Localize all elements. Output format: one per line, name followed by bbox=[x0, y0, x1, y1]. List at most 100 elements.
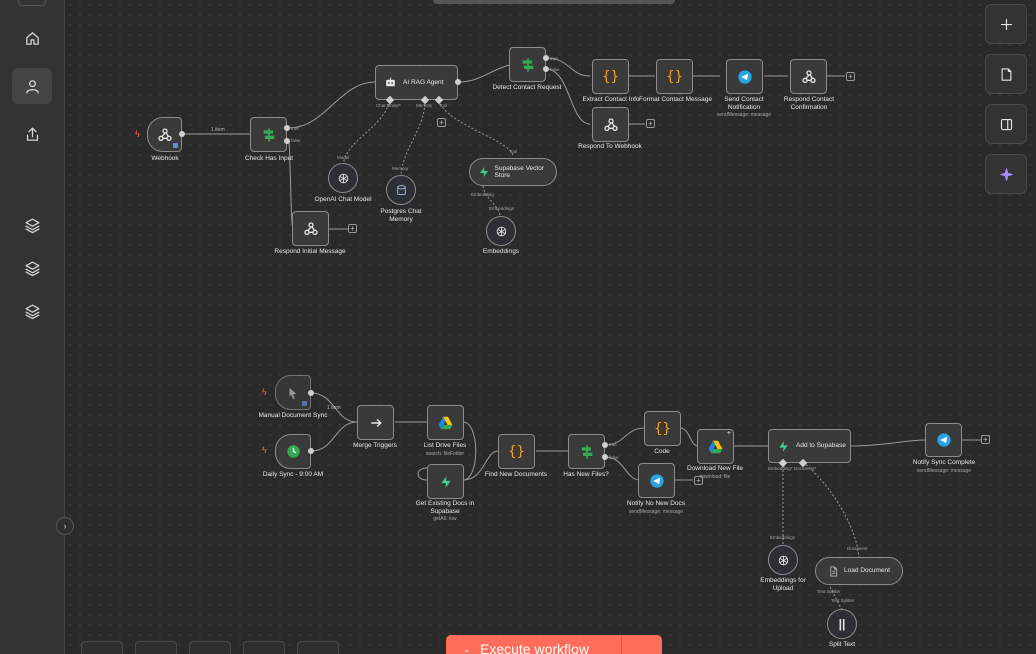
node-ai-rag-agent[interactable]: AI RAG Agent bbox=[375, 65, 458, 100]
port-true[interactable] bbox=[284, 125, 290, 131]
node-find-new-documents[interactable]: {} bbox=[498, 434, 535, 469]
node-label: List Drive Files bbox=[423, 442, 467, 449]
node-embeddings[interactable] bbox=[486, 216, 516, 246]
node-extract-contact-info[interactable]: {} bbox=[592, 59, 629, 94]
telegram-icon bbox=[936, 433, 951, 447]
sidebar-logo[interactable] bbox=[18, 0, 46, 6]
port-false[interactable] bbox=[543, 66, 549, 72]
supabase-icon bbox=[779, 440, 788, 452]
button-divider bbox=[621, 635, 622, 654]
layers-icon bbox=[24, 217, 40, 233]
port-out[interactable] bbox=[308, 390, 314, 396]
add-tool-button[interactable]: + bbox=[437, 118, 446, 127]
add-node-button[interactable]: + bbox=[348, 224, 357, 233]
user-icon bbox=[25, 79, 39, 94]
node-detect-contact-request[interactable] bbox=[509, 47, 546, 82]
node-supabase-vector-store[interactable]: Supabase Vector Store bbox=[469, 158, 557, 186]
openai-icon bbox=[496, 226, 506, 236]
node-label: Add to Supabase bbox=[796, 442, 846, 450]
ai-assistant-button[interactable] bbox=[985, 154, 1027, 194]
port-false[interactable] bbox=[602, 454, 608, 460]
clock-icon bbox=[286, 445, 300, 458]
port-true[interactable] bbox=[602, 442, 608, 448]
add-node-panel-button[interactable] bbox=[985, 4, 1027, 44]
plus-icon: + bbox=[726, 430, 731, 437]
webhook-icon bbox=[157, 127, 172, 141]
node-notify-sync-complete[interactable] bbox=[925, 423, 962, 457]
sidebar-item-share[interactable] bbox=[12, 116, 52, 152]
node-list-drive-files[interactable] bbox=[427, 405, 464, 440]
reset-zoom-button[interactable] bbox=[243, 641, 285, 654]
node-label: Notify No New Docs bbox=[626, 500, 686, 507]
add-node-button[interactable]: + bbox=[846, 72, 855, 81]
node-download-new-file[interactable]: + bbox=[697, 429, 734, 464]
split-icon: || bbox=[838, 617, 846, 631]
port-label: Embeddings bbox=[489, 206, 515, 211]
node-send-contact-notification[interactable] bbox=[726, 59, 763, 94]
node-label: Manual Document Sync bbox=[258, 412, 328, 419]
node-split-text[interactable]: || bbox=[827, 609, 857, 639]
port-label: Embeddings bbox=[770, 535, 796, 540]
tidy-up-button[interactable] bbox=[297, 641, 339, 654]
node-manual-document-sync[interactable] bbox=[275, 375, 311, 410]
sidebar-item-home[interactable] bbox=[12, 20, 52, 56]
node-label: AI RAG Agent bbox=[403, 78, 444, 86]
sidebar-item-project-2[interactable] bbox=[12, 250, 52, 286]
zoom-out-button[interactable] bbox=[189, 641, 231, 654]
add-node-button[interactable]: + bbox=[981, 435, 990, 444]
port-true[interactable] bbox=[543, 55, 549, 61]
sidebar-item-project-3[interactable] bbox=[12, 293, 52, 329]
add-node-button[interactable]: + bbox=[694, 476, 703, 485]
node-respond-contact-confirmation[interactable] bbox=[790, 59, 827, 94]
node-embeddings-for-upload[interactable] bbox=[768, 545, 798, 575]
port-label: false bbox=[609, 455, 619, 460]
code-icon: {} bbox=[654, 420, 671, 437]
trigger-bolt-icon: ϟ bbox=[262, 387, 267, 397]
node-respond-to-webhook[interactable] bbox=[592, 107, 629, 142]
zoom-in-button[interactable] bbox=[135, 641, 177, 654]
port-out[interactable] bbox=[308, 448, 314, 454]
node-notify-no-new-docs[interactable] bbox=[638, 463, 675, 498]
zoom-to-fit-button[interactable] bbox=[81, 641, 123, 654]
execute-workflow-button[interactable]: ⌄ Execute workflow bbox=[446, 635, 662, 654]
if-icon bbox=[263, 127, 274, 142]
collapse-sidebar-button[interactable]: › bbox=[56, 517, 74, 535]
node-label: Code bbox=[654, 448, 670, 455]
node-add-to-supabase[interactable]: Add to Supabase bbox=[768, 429, 851, 463]
code-icon: {} bbox=[666, 68, 683, 85]
node-load-document[interactable]: Load Document bbox=[815, 557, 903, 585]
node-respond-initial-message[interactable] bbox=[292, 211, 329, 246]
node-postgres-chat-memory[interactable] bbox=[386, 175, 416, 205]
node-subtitle: sendMessage: message bbox=[628, 509, 684, 515]
edge-label: 1 item bbox=[327, 405, 341, 411]
port-out[interactable] bbox=[179, 131, 185, 137]
node-subtitle: sendMessage: message bbox=[716, 112, 772, 118]
node-code[interactable]: {} bbox=[644, 411, 681, 446]
node-openai-chat-model[interactable] bbox=[328, 163, 358, 193]
workflow-canvas[interactable]: ϟ Webhook 1 item true false Check Has In… bbox=[65, 0, 1036, 654]
node-get-existing-docs[interactable] bbox=[427, 464, 464, 499]
sidebar-item-project-1[interactable] bbox=[12, 207, 52, 243]
port-label: false bbox=[550, 67, 560, 72]
share-icon bbox=[26, 126, 38, 141]
add-node-button[interactable]: + bbox=[646, 119, 655, 128]
add-sticky-note-button[interactable] bbox=[985, 54, 1027, 94]
if-icon bbox=[581, 444, 592, 459]
telegram-icon bbox=[649, 473, 664, 488]
trigger-bolt-icon: ϟ bbox=[262, 445, 267, 455]
node-label: Notify Sync Complete bbox=[912, 459, 976, 466]
node-has-new-files[interactable] bbox=[568, 434, 605, 469]
node-daily-sync[interactable] bbox=[275, 434, 311, 469]
node-merge-triggers[interactable] bbox=[357, 405, 394, 440]
port-false[interactable] bbox=[284, 138, 290, 144]
code-icon: {} bbox=[508, 443, 525, 460]
node-label: Find New Documents bbox=[484, 471, 548, 478]
toggle-panel-button[interactable] bbox=[985, 104, 1027, 144]
port-label: Memory bbox=[392, 166, 409, 171]
sidebar-item-personal[interactable] bbox=[12, 68, 52, 104]
node-format-contact-message[interactable]: {} bbox=[656, 59, 693, 94]
node-check-has-input[interactable] bbox=[250, 117, 287, 152]
port-out[interactable] bbox=[455, 79, 461, 85]
port-label: Tool bbox=[509, 149, 518, 154]
node-webhook[interactable] bbox=[147, 117, 182, 152]
